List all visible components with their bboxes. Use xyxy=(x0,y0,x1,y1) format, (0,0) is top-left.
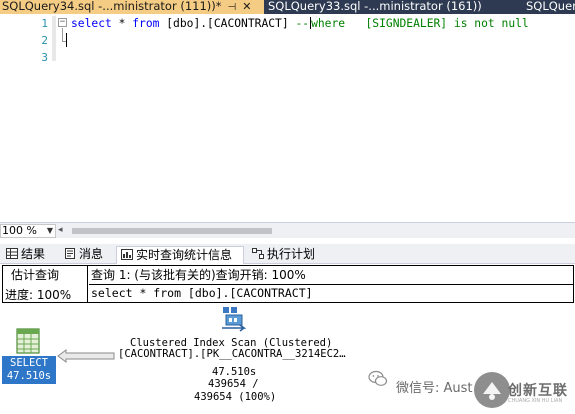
line-number: 3 xyxy=(41,51,48,64)
select-operator-icon[interactable] xyxy=(16,328,40,354)
tab-messages[interactable]: 消息 xyxy=(60,246,114,264)
fold-guide xyxy=(62,28,63,42)
line-number: 2 xyxy=(41,34,48,47)
tab-sqlquery34[interactable]: SQLQuery34.sql -...ministrator (111))* ⊣ ✕ xyxy=(0,0,264,14)
estimate-cell: 估计查询 进度: 100% xyxy=(3,266,88,302)
line-number: 1 xyxy=(41,17,48,30)
message-icon xyxy=(65,248,75,259)
code-star: * xyxy=(111,17,133,30)
tab-execution-plan-label: 执行计划 xyxy=(267,247,316,261)
tab-execution-plan[interactable]: 执行计划 xyxy=(248,246,328,264)
tab-sqlquery-other-label: SQLQuer xyxy=(526,0,575,13)
watermark-wechat-text: 微信号: Aust xyxy=(396,381,473,396)
scan-node-time: 47.510s xyxy=(212,366,257,378)
tab-live-query-stats-label: 实时查询统计信息 xyxy=(136,248,233,262)
select-node-label: SELECT xyxy=(10,357,48,369)
query-cost-header: 查询 1: (与该批有关的)查询开销: 100% xyxy=(91,268,306,282)
row-divider xyxy=(89,284,573,285)
watermark-brand: 创新互联 xyxy=(508,383,568,399)
keyword-from: from xyxy=(132,17,160,30)
zoom-value: 100 % xyxy=(2,224,37,237)
tab-sqlquery-other[interactable]: SQLQuer xyxy=(524,0,575,14)
scan-node-object: [CACONTRACT].[PK__CACONTRA__3214EC2… xyxy=(118,348,346,360)
text-cursor-line2 xyxy=(66,33,67,47)
select-node[interactable]: SELECT 47.510s xyxy=(2,356,56,384)
editor-status-bar: 100 % ▼ ◂ xyxy=(0,222,575,238)
select-node-time: 47.510s xyxy=(6,370,52,382)
brand-logo-icon xyxy=(474,372,510,408)
code-line-1[interactable]: select * from [dbo].[CACONTRACT] -- where… xyxy=(71,17,529,30)
scan-node-rows: 439654 / xyxy=(208,378,259,390)
scroll-left-icon[interactable]: ◂ xyxy=(58,225,63,235)
execution-plan-icon xyxy=(252,248,264,259)
results-tab-strip: 结果 消息 实时查询统计信息 执行计划 xyxy=(0,244,575,265)
estimate-label: 估计查询 xyxy=(11,268,60,282)
watermark-brand-sub: CHUANG XIN HU LIAN xyxy=(508,398,563,404)
clustered-index-scan-icon[interactable] xyxy=(220,306,248,332)
document-tab-strip: SQLQuery34.sql -...ministrator (111))* ⊣ ✕… xyxy=(0,0,575,14)
collapse-region-icon[interactable]: − xyxy=(58,18,67,27)
tab-sqlquery33[interactable]: SQLQuery33.sql -...ministrator (161)) xyxy=(266,0,496,14)
chevron-down-icon[interactable]: ▼ xyxy=(47,225,53,237)
code-object-name: [dbo].[CACONTRACT] xyxy=(159,17,296,30)
tab-messages-label: 消息 xyxy=(79,247,104,261)
wechat-icon xyxy=(368,370,388,386)
tab-sqlquery34-label: SQLQuery34.sql -...ministrator (111))* xyxy=(2,0,222,13)
horizontal-scrollbar[interactable]: ◂ xyxy=(58,225,575,236)
progress-label: 进度: 100% xyxy=(5,288,72,302)
code-comment-prefix: -- xyxy=(295,17,310,30)
query-text: select * from [dbo].[CACONTRACT] xyxy=(91,286,313,300)
zoom-dropdown[interactable]: 100 % ▼ xyxy=(0,224,56,238)
tab-results-label: 结果 xyxy=(21,247,46,261)
tab-results[interactable]: 结果 xyxy=(2,246,56,264)
code-comment: where [SIGNDEALER] is not null xyxy=(311,17,529,30)
scrollbar-thumb[interactable] xyxy=(72,228,272,234)
live-stats-panel: 估计查询 进度: 100% 查询 1: (与该批有关的)查询开销: 100% s… xyxy=(0,264,575,304)
tab-live-query-stats[interactable]: 实时查询统计信息 xyxy=(116,246,244,265)
scan-node-total: 439654 (100%) xyxy=(194,391,277,403)
live-stats-icon xyxy=(121,249,133,260)
query-editor[interactable]: 1 2 3 − select * from [dbo].[CACONTRACT]… xyxy=(0,14,575,220)
tab-sqlquery33-label: SQLQuery33.sql -...ministrator (161)) xyxy=(268,0,482,13)
grid-icon xyxy=(6,248,18,259)
keyword-select: select xyxy=(71,17,112,30)
stats-table: 估计查询 进度: 100% 查询 1: (与该批有关的)查询开销: 100% s… xyxy=(2,265,574,303)
data-flow-arrow[interactable] xyxy=(56,348,116,364)
pin-icon[interactable]: ⊣ xyxy=(228,1,237,14)
close-tab-icon[interactable]: ✕ xyxy=(242,0,251,13)
change-tracking-bar xyxy=(52,16,56,61)
